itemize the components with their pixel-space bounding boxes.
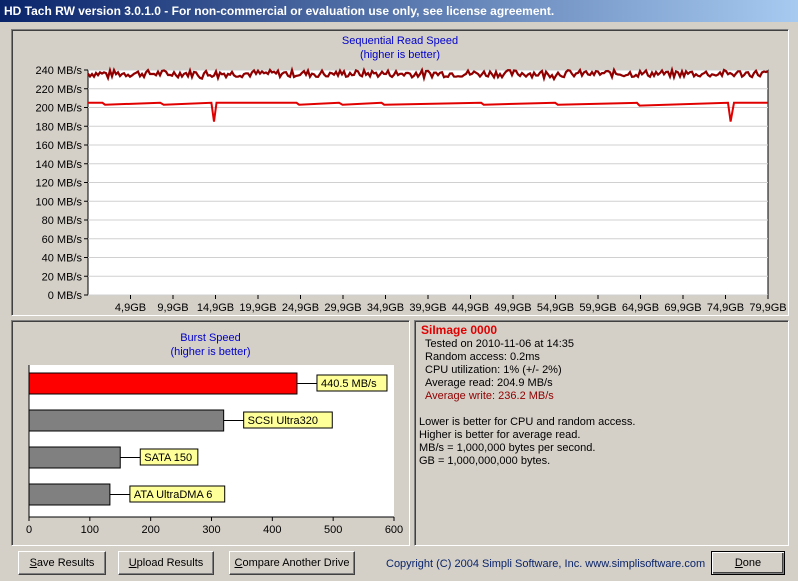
seq-xtick-label: 9,9GB [157, 302, 188, 314]
seq-ytick-label: 0 MB/s [48, 290, 83, 302]
seq-ytick-label: 80 MB/s [42, 215, 83, 227]
seq-xtick-label: 54,9GB [537, 302, 574, 314]
burst-speed-chart: 0 100 200 300 400 500 600 440.5 MB/s SCSI Ultra3… [26, 365, 403, 536]
upload-label: pload Results [136, 557, 204, 569]
copyright-text: Copyright (C) 2004 Simpli Software, Inc.… [386, 558, 706, 570]
seq-xtick-label: 29,9GB [324, 302, 361, 314]
sequential-chart-panel: Sequential Read Speed (higher is better)… [11, 29, 789, 316]
random-access: Random access: 0.2ms [425, 351, 540, 363]
sequential-read-chart: 0 MB/s 20 MB/s 40 MB/s 60 MB/s 80 MB/s 100 MB… [36, 65, 787, 314]
done-button[interactable]: Done [711, 551, 785, 575]
note-cpu: Lower is better for CPU and random acces… [419, 416, 636, 428]
burst-bar [28, 483, 111, 506]
burst-chart-panel: Burst Speed (higher is better) 0 100 200 30… [11, 320, 410, 546]
seq-ytick-label: 160 MB/s [36, 140, 83, 152]
note-mbs: MB/s = 1,000,000 bytes per second. [419, 442, 596, 454]
burst-bar [28, 446, 121, 469]
burst-bar [28, 372, 298, 395]
burst-bar-label: ATA UltraDMA 6 [134, 489, 212, 501]
seq-ytick-label: 140 MB/s [36, 159, 83, 171]
average-write: Average write: 236.2 MB/s [425, 390, 554, 402]
burst-bar-label: SCSI Ultra320 [248, 415, 318, 427]
seq-xtick-label: 69,9GB [664, 302, 701, 314]
seq-ytick-label: 100 MB/s [36, 196, 83, 208]
burst-bar-label: 440.5 MB/s [321, 378, 377, 390]
drive-name: SiImage 0000 [421, 323, 498, 337]
window-title: HD Tach RW version 3.0.1.0 - For non-com… [4, 4, 555, 18]
seq-ytick-label: 20 MB/s [42, 271, 83, 283]
burst-xtick-label: 0 [26, 524, 32, 536]
seq-xtick-label: 24,9GB [282, 302, 319, 314]
seq-xtick-label: 59,9GB [579, 302, 616, 314]
note-gb: GB = 1,000,000,000 bytes. [419, 455, 551, 467]
seq-xtick-label: 39,9GB [409, 302, 446, 314]
seq-xtick-label: 19,9GB [239, 302, 276, 314]
seq-ytick-label: 180 MB/s [36, 121, 83, 133]
compare-drive-button[interactable]: Compare Another Drive [229, 551, 355, 575]
seq-xtick-label: 49,9GB [494, 302, 531, 314]
seq-xtick-label: 4,9GB [115, 302, 146, 314]
save-label: ave Results [36, 557, 95, 569]
seq-ytick-label: 200 MB/s [36, 103, 83, 115]
note-read: Higher is better for average read. [419, 429, 581, 441]
seq-xtick-label: 79,9GB [749, 302, 786, 314]
burst-xtick-label: 600 [385, 524, 403, 536]
average-read: Average read: 204.9 MB/s [425, 377, 553, 389]
seq-xtick-label: 74,9GB [707, 302, 744, 314]
title-bar: HD Tach RW version 3.0.1.0 - For non-com… [0, 0, 798, 22]
save-results-button[interactable]: Save Results [18, 551, 106, 575]
cpu-utilization: CPU utilization: 1% (+/- 2%) [425, 364, 562, 376]
seq-xtick-label: 34,9GB [367, 302, 404, 314]
seq-ytick-label: 60 MB/s [42, 234, 83, 246]
save-accel: S [29, 557, 37, 569]
burst-xtick-label: 400 [263, 524, 281, 536]
seq-xtick-label: 14,9GB [197, 302, 234, 314]
results-panel: SiImage 0000 Tested on 2010-11-06 at 14:… [414, 320, 789, 546]
seq-xtick-label: 44,9GB [452, 302, 489, 314]
upload-results-button[interactable]: Upload Results [118, 551, 214, 575]
burst-bar-label: SATA 150 [144, 452, 192, 464]
burst-xtick-label: 500 [324, 524, 342, 536]
burst-bar [28, 409, 225, 432]
burst-xtick-label: 300 [202, 524, 220, 536]
seq-ytick-label: 40 MB/s [42, 253, 83, 265]
tested-date: Tested on 2010-11-06 at 14:35 [425, 338, 575, 350]
compare-label: ompare Another Drive [242, 557, 350, 569]
done-label: one [742, 557, 762, 569]
seq-ytick-label: 120 MB/s [36, 178, 83, 190]
seq-ytick-label: 220 MB/s [36, 84, 83, 96]
burst-xtick-label: 200 [141, 524, 159, 536]
burst-xtick-label: 100 [81, 524, 99, 536]
seq-ytick-label: 240 MB/s [36, 65, 83, 77]
seq-xtick-label: 64,9GB [622, 302, 659, 314]
done-accel: D [734, 557, 743, 569]
upload-accel: U [128, 557, 137, 569]
